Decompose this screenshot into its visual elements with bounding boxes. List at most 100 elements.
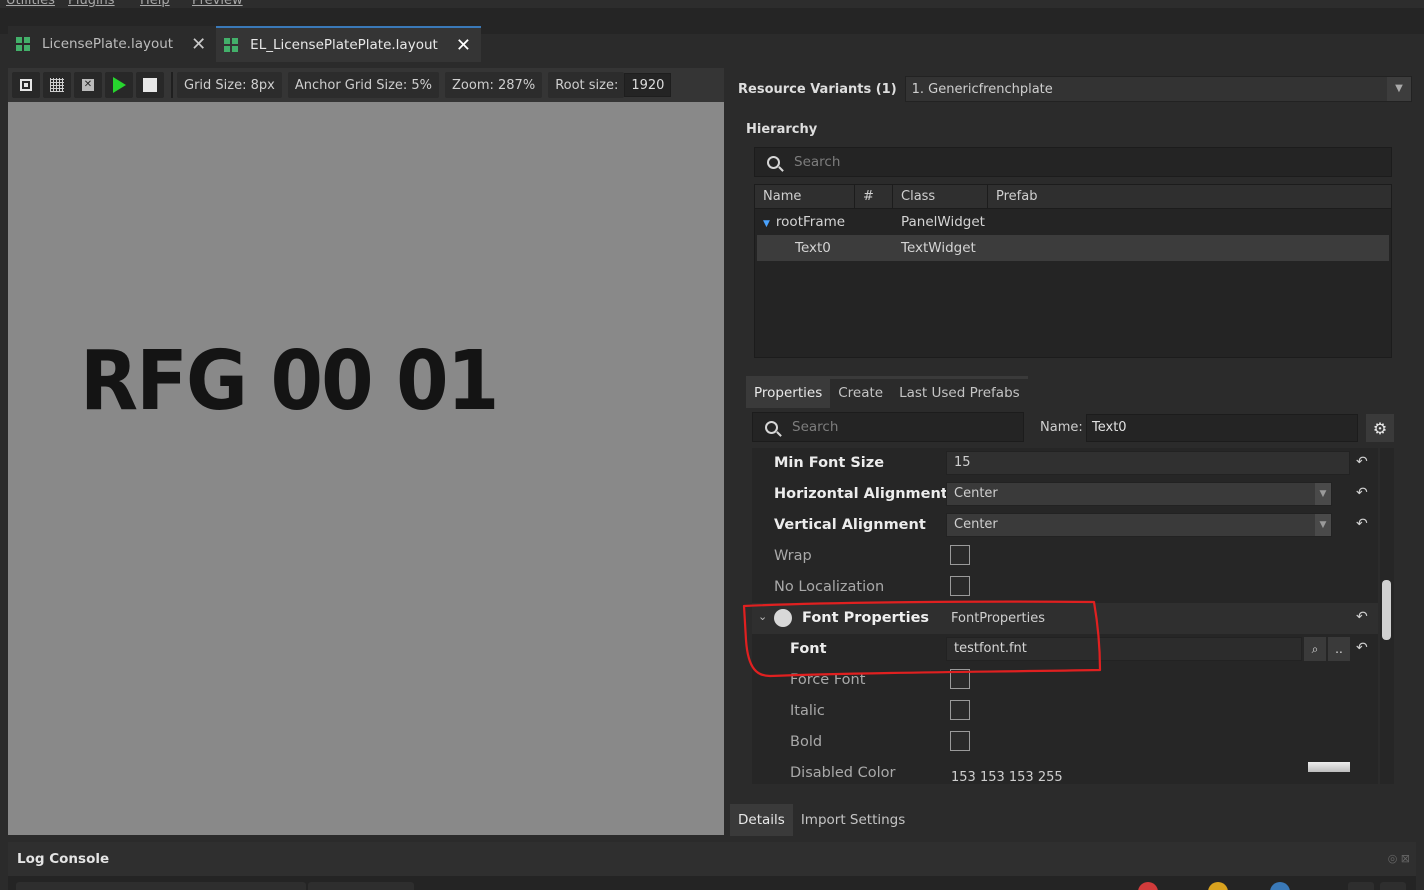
- font-resource-input[interactable]: testfont.fnt: [946, 637, 1302, 661]
- tab-label: LicensePlate.layout: [42, 36, 174, 52]
- hierarchy-header: Name # Class Prefab: [755, 185, 1391, 209]
- tree-row-text0[interactable]: Text0 TextWidget: [757, 235, 1389, 261]
- reset-icon[interactable]: ↶: [1356, 516, 1368, 532]
- anchor-grid-size-button[interactable]: Anchor Grid Size: 5%: [287, 72, 440, 98]
- warning-icon[interactable]: [1208, 882, 1228, 890]
- column-header-prefab[interactable]: Prefab: [988, 185, 1391, 208]
- log-filter-select[interactable]: [308, 882, 414, 890]
- reset-icon[interactable]: ↶: [1356, 640, 1368, 656]
- horizontal-alignment-select[interactable]: Center ▼: [946, 482, 1332, 506]
- menu-item-help[interactable]: Help: [140, 0, 170, 8]
- select-value: Center: [954, 486, 998, 501]
- hierarchy-search-input[interactable]: Search: [754, 147, 1392, 177]
- property-scrollbar[interactable]: [1380, 448, 1394, 784]
- root-size-input[interactable]: 1920: [624, 73, 672, 97]
- property-grid: Min Font Size 15 ↶ Horizontal Alignment …: [752, 448, 1378, 784]
- tree-row-rootframe[interactable]: ▼ rootFrame PanelWidget: [755, 209, 1391, 235]
- group-label: Font Properties: [802, 610, 930, 626]
- window-buttons[interactable]: ◎ ⊠: [1388, 852, 1410, 865]
- zoom-button[interactable]: Zoom: 287%: [445, 72, 543, 98]
- hierarchy-tree: Name # Class Prefab ▼ rootFrame PanelWidg…: [754, 184, 1392, 358]
- error-icon[interactable]: [1138, 882, 1158, 890]
- stop-icon: [143, 78, 157, 92]
- info-icon[interactable]: [1270, 882, 1290, 890]
- stop-button[interactable]: [136, 72, 164, 98]
- prop-bold: Bold: [752, 727, 1378, 758]
- prop-label: Font: [790, 641, 827, 657]
- reset-icon[interactable]: ↶: [1356, 454, 1368, 470]
- italic-checkbox[interactable]: [950, 700, 970, 720]
- anchor-toggle-button[interactable]: ✕: [74, 72, 102, 98]
- resource-variants-label: Resource Variants (1): [738, 81, 897, 97]
- scrollbar-thumb[interactable]: [1382, 580, 1391, 640]
- chevron-down-icon[interactable]: ▼: [1315, 514, 1331, 536]
- prop-min-font-size: Min Font Size 15 ↶: [752, 448, 1378, 479]
- browse-button[interactable]: ..: [1328, 637, 1350, 661]
- bold-checkbox[interactable]: [950, 731, 970, 751]
- vertical-alignment-select[interactable]: Center ▼: [946, 513, 1332, 537]
- license-plate-text[interactable]: RFG 00 01: [80, 334, 499, 429]
- expand-arrow-icon[interactable]: ▼: [763, 219, 770, 229]
- log-filter-input[interactable]: [16, 882, 306, 890]
- column-header-name[interactable]: Name: [755, 185, 855, 208]
- wrap-checkbox[interactable]: [950, 545, 970, 565]
- chevron-down-icon[interactable]: ▼: [1387, 77, 1411, 101]
- prop-disabled-color: Disabled Color 153 153 153 255: [752, 758, 1378, 784]
- grid-size-button[interactable]: Grid Size: 8px: [177, 72, 282, 98]
- reset-icon[interactable]: ↶: [1356, 609, 1368, 625]
- reset-icon[interactable]: ↶: [1356, 485, 1368, 501]
- select-mode-button[interactable]: [12, 72, 40, 98]
- prop-wrap: Wrap: [752, 541, 1378, 572]
- tab-last-used-prefabs[interactable]: Last Used Prefabs: [891, 379, 1028, 408]
- resource-variants-row: Resource Variants (1) 1. Genericfrenchpl…: [730, 74, 1416, 104]
- prop-label: No Localization: [774, 579, 885, 595]
- tab-details[interactable]: Details: [730, 804, 793, 836]
- widget-name-input[interactable]: Text0: [1086, 414, 1358, 442]
- no-localization-checkbox[interactable]: [950, 576, 970, 596]
- disabled-color-value: 153 153 153 255: [951, 770, 1063, 784]
- select-value: Center: [954, 517, 998, 532]
- column-header-index[interactable]: #: [855, 185, 893, 208]
- search-placeholder: Search: [794, 154, 841, 170]
- gear-icon: ⚙: [1372, 418, 1388, 438]
- resource-variant-value: 1. Genericfrenchplate: [911, 81, 1053, 97]
- properties-tabs: Properties Create Last Used Prefabs: [746, 376, 1028, 408]
- menu-item-preview[interactable]: Preview: [192, 0, 243, 8]
- prop-horizontal-alignment: Horizontal Alignment Center ▼ ↶: [752, 479, 1378, 510]
- chevron-down-icon[interactable]: ⌄: [758, 610, 767, 623]
- prop-label: Min Font Size: [774, 455, 885, 471]
- layout-viewport[interactable]: RFG 00 01: [8, 102, 724, 835]
- search-icon[interactable]: ⌕: [1304, 637, 1326, 661]
- tab-properties[interactable]: Properties: [746, 379, 831, 408]
- menu-item-plugins[interactable]: Plugins: [68, 0, 115, 8]
- column-header-class[interactable]: Class: [893, 185, 988, 208]
- menu-item-utilities[interactable]: Utilities: [6, 0, 55, 8]
- search-icon: [765, 420, 778, 434]
- clear-log-button[interactable]: [1348, 882, 1374, 890]
- log-options-button[interactable]: [1380, 882, 1406, 890]
- color-swatch[interactable]: [1308, 762, 1350, 772]
- close-icon[interactable]: ✕: [456, 35, 471, 56]
- log-console-header: Log Console ◎ ⊠: [8, 842, 1416, 876]
- properties-search-input[interactable]: Search: [752, 412, 1024, 442]
- tab-licenseplate-layout[interactable]: LicensePlate.layout ✕: [8, 26, 217, 62]
- log-console-toolbar: [8, 876, 1416, 890]
- tab-el-licenseplateplate-layout[interactable]: EL_LicensePlatePlate.layout ✕: [216, 26, 481, 62]
- tab-create[interactable]: Create: [830, 379, 891, 408]
- tab-import-settings[interactable]: Import Settings: [793, 804, 913, 836]
- document-tabs: LicensePlate.layout ✕ EL_LicensePlatePla…: [8, 26, 481, 62]
- resource-variant-select[interactable]: 1. Genericfrenchplate ▼: [904, 76, 1412, 102]
- grid-toggle-button[interactable]: [43, 72, 71, 98]
- play-button[interactable]: [105, 72, 133, 98]
- min-font-size-input[interactable]: 15: [946, 451, 1350, 475]
- prop-label: Disabled Color: [790, 765, 896, 781]
- bottom-tabs: Details Import Settings: [730, 804, 1416, 836]
- chevron-down-icon[interactable]: ▼: [1315, 483, 1331, 505]
- settings-button[interactable]: ⚙: [1366, 414, 1394, 442]
- name-label: Name:: [1040, 420, 1083, 435]
- grid-icon: [50, 78, 64, 92]
- circle-icon: [774, 609, 792, 627]
- prop-group-font-properties[interactable]: ⌄ Font Properties FontProperties ↶: [752, 603, 1378, 634]
- close-icon[interactable]: ✕: [191, 34, 206, 55]
- force-font-checkbox[interactable]: [950, 669, 970, 689]
